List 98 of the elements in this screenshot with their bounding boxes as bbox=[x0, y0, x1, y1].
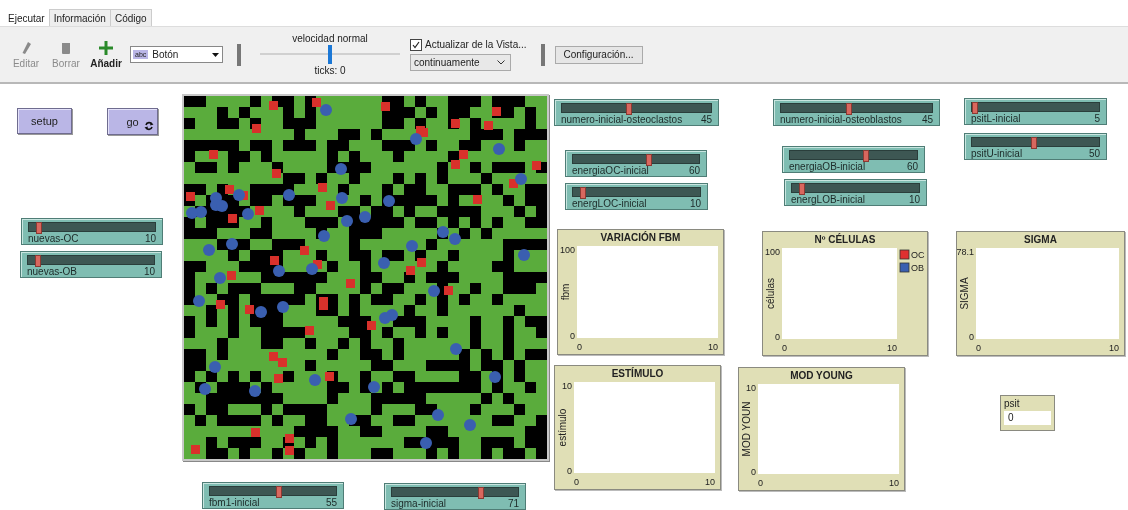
slider-value: 55 bbox=[325, 497, 337, 508]
plot-title: MOD YOUNG bbox=[790, 370, 853, 381]
slider-label: psitU-inicial bbox=[971, 148, 1023, 159]
speed-thumb[interactable] bbox=[328, 45, 332, 64]
plus-icon bbox=[99, 40, 113, 55]
slider-track[interactable] bbox=[971, 137, 1100, 147]
tick-label: 10 bbox=[705, 477, 715, 487]
slider-value: 60 bbox=[688, 165, 700, 176]
slider-track[interactable] bbox=[789, 150, 918, 160]
tick-label: 78.1 bbox=[957, 247, 974, 257]
trash-icon bbox=[59, 40, 73, 55]
tick-label: 0 bbox=[782, 343, 787, 353]
tick-label: 10 bbox=[1109, 343, 1119, 353]
slider-label: energiaOB-inicial bbox=[789, 161, 866, 172]
slider-label: numero-inicial-osteoclastos bbox=[561, 114, 683, 125]
tick-label: 10 bbox=[889, 478, 899, 488]
tick-label: 0 bbox=[577, 342, 582, 352]
slider-track[interactable] bbox=[572, 154, 700, 164]
slider-label: numero-inicial-osteoblastos bbox=[780, 114, 902, 125]
tab[interactable]: Información bbox=[48, 9, 111, 26]
tab[interactable]: Código bbox=[109, 9, 152, 26]
slider-label: energLOC-inicial bbox=[572, 198, 647, 209]
tick-label: 0 bbox=[567, 466, 572, 476]
axis-label: fbm bbox=[560, 283, 571, 301]
tick-label: 0 bbox=[574, 477, 579, 487]
plot-title: ESTÍMULO bbox=[611, 368, 664, 379]
slider-thumb[interactable] bbox=[478, 487, 485, 499]
plot-title: VARIACIÓN FBM bbox=[600, 232, 681, 243]
slider-value: 10 bbox=[908, 194, 920, 205]
slider-label: energiaOC-inicial bbox=[572, 165, 649, 176]
axis-label: SIGMA bbox=[959, 277, 970, 310]
tick-label: 100 bbox=[764, 247, 780, 257]
slider-thumb[interactable] bbox=[971, 102, 978, 114]
speed-label: velocidad normal bbox=[292, 33, 368, 44]
tick-label: 0 bbox=[969, 332, 974, 342]
slider-thumb[interactable] bbox=[276, 486, 283, 498]
slider-label: energLOB-inicial bbox=[791, 194, 865, 205]
plot-title: Nº CÉLULAS bbox=[814, 234, 876, 245]
slider-thumb[interactable] bbox=[799, 183, 806, 195]
caret-icon bbox=[212, 52, 219, 57]
slider-track[interactable] bbox=[572, 187, 701, 197]
slider-value: 45 bbox=[921, 114, 933, 125]
slider-track[interactable] bbox=[27, 255, 155, 265]
tick-label: 100 bbox=[559, 245, 575, 255]
tick-label: 0 bbox=[751, 467, 756, 477]
tick-label: 10 bbox=[746, 383, 756, 393]
tick-label: 10 bbox=[562, 381, 572, 391]
slider-track[interactable] bbox=[791, 183, 920, 193]
slider-label: psitL-inicial bbox=[971, 113, 1021, 124]
tick-label: 10 bbox=[887, 343, 897, 353]
axis-label: células bbox=[765, 277, 776, 310]
view-updates-checkbox[interactable]: Actualizar de la Vista... bbox=[410, 38, 527, 51]
slider-thumb[interactable] bbox=[36, 222, 43, 234]
tick-label: 0 bbox=[758, 478, 763, 488]
slider-label: nuevas-OB bbox=[27, 266, 78, 277]
slider-label: fbm1-inicial bbox=[209, 497, 260, 508]
plot-title: SIGMA bbox=[1024, 234, 1057, 245]
chevron-icon bbox=[497, 59, 505, 65]
slider-track[interactable] bbox=[391, 487, 519, 497]
widget-type-value: Botón bbox=[152, 49, 180, 60]
slider-thumb[interactable] bbox=[626, 103, 633, 115]
command-button[interactable]: setup bbox=[17, 108, 72, 134]
slider-track[interactable] bbox=[971, 102, 1100, 112]
slider-thumb[interactable] bbox=[863, 150, 870, 162]
slider-track[interactable] bbox=[28, 222, 156, 232]
legend-label: OB bbox=[911, 263, 924, 273]
tick-label: 0 bbox=[976, 343, 981, 353]
slider-label: sigma-inicial bbox=[391, 498, 446, 509]
slider-thumb[interactable] bbox=[845, 103, 852, 115]
slider-value: 50 bbox=[1088, 148, 1100, 159]
monitor-label: psit bbox=[1004, 398, 1021, 409]
slider-value: 10 bbox=[689, 198, 701, 209]
tick-label: 10 bbox=[708, 342, 718, 352]
slider-thumb[interactable] bbox=[645, 154, 652, 166]
command-button[interactable]: go bbox=[107, 108, 158, 135]
monitor-value: 0 bbox=[1004, 411, 1051, 425]
slider-value: 71 bbox=[507, 498, 519, 509]
slider-thumb[interactable] bbox=[35, 255, 42, 267]
slider-track[interactable] bbox=[780, 103, 933, 113]
slider-label: nuevas-OC bbox=[28, 233, 79, 244]
tick-label: 0 bbox=[570, 331, 575, 341]
slider-thumb[interactable] bbox=[1031, 137, 1038, 149]
legend-label: OC bbox=[911, 250, 925, 260]
settings-button[interactable]: Configuración... bbox=[554, 45, 643, 64]
axis-label: estímulo bbox=[557, 408, 568, 447]
tick-label: 0 bbox=[775, 332, 780, 342]
update-mode-dropdown[interactable]: continuamente bbox=[410, 53, 511, 71]
slider-value: 45 bbox=[700, 114, 712, 125]
slider-value: 60 bbox=[906, 161, 918, 172]
slider-thumb[interactable] bbox=[580, 187, 587, 199]
slider-value: 5 bbox=[1094, 113, 1100, 124]
slider-value: 10 bbox=[143, 266, 155, 277]
axis-label: MOD YOUN bbox=[741, 401, 752, 457]
slider-track[interactable] bbox=[209, 486, 337, 496]
ticks-counter: ticks: 0 bbox=[314, 65, 346, 76]
toolbar-button[interactable]: Añadir bbox=[86, 40, 126, 69]
slider-value: 10 bbox=[144, 233, 156, 244]
slider-track[interactable] bbox=[561, 103, 712, 113]
